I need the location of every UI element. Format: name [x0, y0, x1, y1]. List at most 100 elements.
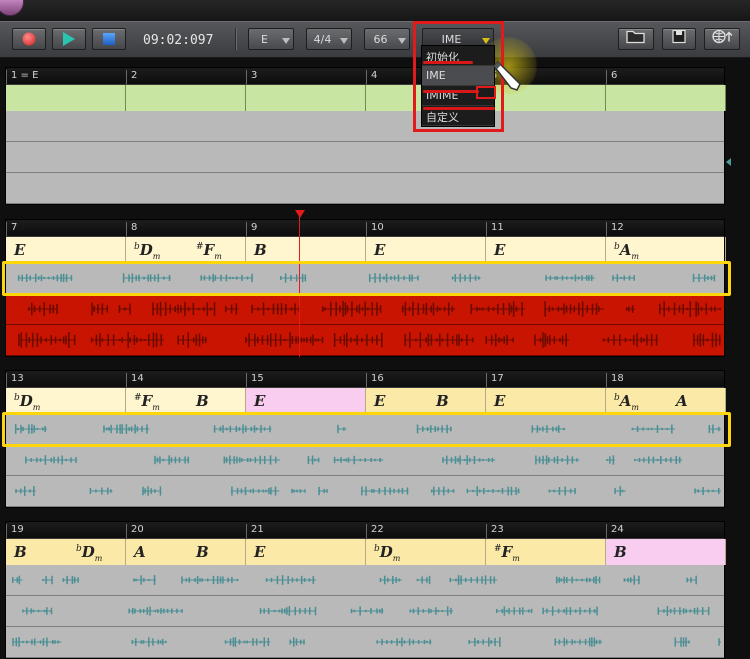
chord-cell[interactable]: B: [606, 539, 726, 565]
chord-cell[interactable]: E: [246, 388, 366, 414]
tempo-select[interactable]: 66: [364, 28, 410, 50]
bar-number[interactable]: 2: [126, 70, 246, 84]
track-lane[interactable]: [6, 476, 724, 507]
chord-cell[interactable]: bDm #Fm: [126, 237, 246, 263]
bar-number[interactable]: 19: [6, 524, 126, 538]
waveform-peak: [673, 607, 676, 615]
chord-cell[interactable]: bDm: [6, 388, 126, 414]
chord-cell[interactable]: [606, 85, 726, 111]
waveform-peak: [464, 577, 467, 583]
waveform-peak: [579, 639, 581, 645]
waveform-peak: [235, 303, 238, 315]
stop-button[interactable]: [92, 28, 126, 50]
open-folder-button[interactable]: [618, 28, 654, 50]
bar-number[interactable]: 8: [126, 222, 246, 236]
waveform-peak: [436, 338, 438, 342]
track-lane[interactable]: [6, 173, 724, 204]
chord-cell[interactable]: E: [486, 388, 606, 414]
waveform-peak: [241, 458, 243, 462]
chord-cell[interactable]: #Fm B: [126, 388, 246, 414]
save-button[interactable]: [662, 28, 696, 50]
waveform-peak: [441, 338, 443, 342]
bar-number[interactable]: 14: [126, 373, 246, 387]
bar-number[interactable]: 12: [606, 222, 726, 236]
play-button[interactable]: [52, 28, 86, 50]
bar-number[interactable]: 13: [6, 373, 126, 387]
bar-number[interactable]: 9: [246, 222, 366, 236]
bar-number[interactable]: 10: [366, 222, 486, 236]
waveform-peak: [513, 607, 515, 615]
track-lane[interactable]: [6, 142, 724, 173]
waveform-peak: [65, 458, 67, 462]
track-lane[interactable]: [6, 111, 724, 142]
waveform-peak: [176, 608, 178, 614]
track-lane[interactable]: [6, 445, 724, 476]
track-lane[interactable]: [6, 565, 724, 596]
key-select[interactable]: E: [248, 28, 294, 50]
waveform-peak: [20, 332, 23, 348]
waveform-peak: [154, 489, 156, 493]
bar-number[interactable]: 24: [606, 524, 726, 538]
waveform-peak: [503, 336, 505, 344]
chord-cell[interactable]: bDm: [366, 539, 486, 565]
chord-cell[interactable]: EB: [366, 388, 486, 414]
lane-active[interactable]: [6, 325, 724, 356]
bar-number[interactable]: 11: [486, 222, 606, 236]
waveform-peak: [364, 458, 366, 462]
bar-number[interactable]: 3: [246, 70, 366, 84]
waveform-peak: [548, 305, 551, 313]
bar-ruler: 1 = E23456: [6, 68, 724, 85]
track-lane[interactable]: [6, 596, 724, 627]
waveform-peak: [397, 488, 400, 494]
bar-number[interactable]: 21: [246, 524, 366, 538]
waveform-peak: [56, 303, 58, 315]
bar-number[interactable]: 1 = E: [6, 70, 126, 84]
chord-lane: [6, 85, 726, 111]
waveform-peak: [303, 578, 306, 582]
chord-cell[interactable]: AB: [126, 539, 246, 565]
lane-active[interactable]: [6, 294, 724, 325]
bar-number[interactable]: 6: [606, 70, 726, 84]
playhead-marker[interactable]: [295, 210, 305, 218]
chord-cell[interactable]: E: [6, 237, 126, 263]
bar-number[interactable]: 18: [606, 373, 726, 387]
waveform-peak: [157, 609, 159, 613]
record-button[interactable]: [12, 28, 46, 50]
waveform-peak: [101, 338, 104, 342]
chord-cell[interactable]: E: [486, 237, 606, 263]
waveform-peak: [62, 578, 65, 582]
waveform-peak: [425, 302, 428, 316]
chord-cell[interactable]: E: [246, 539, 366, 565]
bar-number[interactable]: 23: [486, 524, 606, 538]
bar-number[interactable]: 20: [126, 524, 246, 538]
waveform-peak: [91, 302, 93, 316]
waveform-peak: [147, 486, 149, 496]
chord-cell[interactable]: bAm: [606, 237, 726, 263]
export-button[interactable]: [704, 28, 740, 50]
bar-number[interactable]: 16: [366, 373, 486, 387]
waveform: [18, 332, 721, 348]
time-signature-select[interactable]: 4/4: [306, 28, 352, 50]
waveform-peak: [227, 577, 229, 583]
waveform-peak: [128, 608, 130, 614]
time-signature-value: 4/4: [313, 33, 332, 46]
waveform-peak: [89, 488, 92, 494]
bar-number[interactable]: 15: [246, 373, 366, 387]
chord-cell[interactable]: #Fm: [486, 539, 606, 565]
chord-symbol: A: [134, 543, 146, 561]
bar-number[interactable]: 7: [6, 222, 126, 236]
chord-cell[interactable]: [126, 85, 246, 111]
track-lane[interactable]: [6, 627, 724, 658]
waveform-segment: [623, 579, 641, 581]
bar-number[interactable]: 22: [366, 524, 486, 538]
waveform-peak: [361, 486, 363, 496]
chord-cell[interactable]: bAm A: [606, 388, 726, 414]
waveform-peak: [243, 640, 246, 644]
chord-cell[interactable]: [6, 85, 126, 111]
chord-cell[interactable]: B: [246, 237, 366, 263]
chord-cell[interactable]: BbDm: [6, 539, 126, 565]
chord-cell[interactable]: E: [366, 237, 486, 263]
bar-number[interactable]: 17: [486, 373, 606, 387]
waveform-peak: [628, 306, 630, 312]
chord-cell[interactable]: [246, 85, 366, 111]
